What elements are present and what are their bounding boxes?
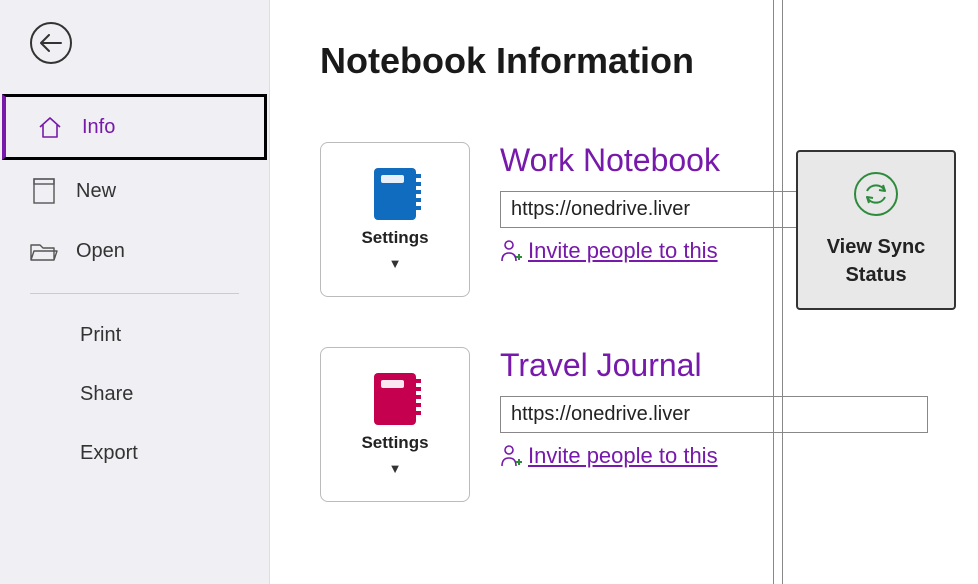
sidebar-item-export[interactable]: Export — [0, 424, 269, 483]
sidebar-divider — [30, 293, 239, 294]
back-arrow-icon — [40, 34, 62, 52]
invite-link-label: Invite people to this — [528, 443, 718, 469]
back-button[interactable] — [30, 22, 72, 64]
chevron-down-icon: ▼ — [389, 256, 402, 271]
page-title: Notebook Information — [320, 40, 928, 82]
main-panel: Notebook Information Settings ▼ Work Not… — [270, 0, 978, 584]
settings-label: Settings — [361, 228, 428, 248]
sidebar-item-share[interactable]: Share — [0, 365, 269, 424]
vertical-divider — [782, 0, 783, 584]
settings-label: Settings — [361, 433, 428, 453]
sidebar-item-info[interactable]: Info — [2, 94, 267, 160]
sidebar-item-label: Export — [80, 442, 138, 464]
notebook-title: Travel Journal — [500, 347, 928, 384]
sync-button-label: View Sync Status — [798, 233, 954, 289]
sidebar-item-label: New — [76, 180, 116, 203]
person-add-icon — [500, 444, 522, 468]
notebook-url[interactable]: https://onedrive.liver — [500, 396, 928, 433]
sidebar-item-label: Info — [82, 116, 115, 139]
notebook-icon — [374, 168, 416, 220]
chevron-down-icon: ▼ — [389, 461, 402, 476]
invite-link[interactable]: Invite people to this — [500, 443, 928, 469]
view-sync-status-button[interactable]: View Sync Status — [796, 150, 956, 310]
notebook-settings-button[interactable]: Settings ▼ — [320, 142, 470, 297]
notebook-row: Settings ▼ Travel Journal https://onedri… — [320, 347, 928, 502]
sidebar-item-open[interactable]: Open — [0, 222, 269, 281]
sidebar-item-label: Share — [80, 383, 133, 405]
folder-open-icon — [30, 241, 58, 263]
sidebar-item-print[interactable]: Print — [0, 306, 269, 365]
backstage-sidebar: Info New Open Print Share Export — [0, 0, 270, 584]
sync-icon — [853, 171, 899, 217]
home-icon — [36, 115, 64, 139]
sidebar-item-label: Print — [80, 324, 121, 346]
sidebar-item-new[interactable]: New — [0, 160, 269, 222]
invite-link-label: Invite people to this — [528, 238, 718, 264]
notebook-settings-button[interactable]: Settings ▼ — [320, 347, 470, 502]
vertical-divider — [773, 0, 774, 584]
page-icon — [30, 178, 58, 204]
notebook-icon — [374, 373, 416, 425]
sidebar-item-label: Open — [76, 240, 125, 263]
person-add-icon — [500, 239, 522, 263]
notebook-info: Travel Journal https://onedrive.liver In… — [500, 347, 928, 469]
